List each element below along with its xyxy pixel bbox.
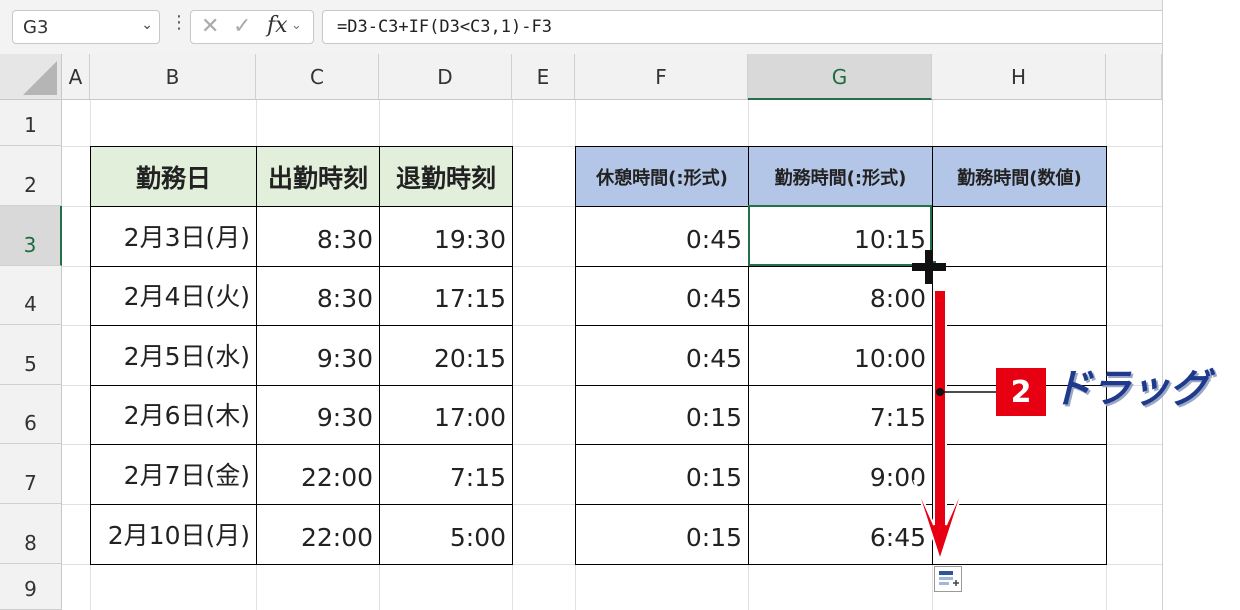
select-all-button[interactable] bbox=[0, 54, 62, 100]
column-header-f[interactable]: F bbox=[575, 54, 748, 100]
table-cell[interactable]: 5:00 bbox=[379, 504, 513, 565]
table-cell[interactable]: 7:15 bbox=[748, 385, 933, 445]
step-number-badge: 2 bbox=[996, 368, 1046, 416]
table-cell[interactable]: 17:15 bbox=[379, 266, 513, 326]
column-header-d[interactable]: D bbox=[379, 54, 512, 100]
table-cell[interactable]: 0:45 bbox=[575, 325, 749, 386]
table-cell[interactable]: 0:15 bbox=[575, 444, 749, 505]
table-cell[interactable]: 0:45 bbox=[575, 266, 749, 326]
chevron-down-icon[interactable]: ⌄ bbox=[291, 18, 302, 33]
header-cell-c2[interactable]: 出勤時刻 bbox=[256, 146, 380, 207]
column-header-c[interactable]: C bbox=[256, 54, 379, 100]
table-cell[interactable]: 7:15 bbox=[379, 444, 513, 505]
column-header-h[interactable]: H bbox=[932, 54, 1106, 100]
header-cell-h2[interactable]: 勤務時間(数値) bbox=[932, 146, 1107, 207]
row-header-1[interactable]: 1 bbox=[0, 100, 62, 146]
table-cell[interactable]: 2月4日(火) bbox=[90, 266, 257, 326]
cancel-icon[interactable]: ✕ bbox=[201, 14, 219, 39]
table-cell[interactable]: 20:15 bbox=[379, 325, 513, 386]
chevron-down-icon[interactable]: ⌄ bbox=[141, 17, 153, 33]
formula-input[interactable]: =D3-C3+IF(D3<C3,1)-F3 bbox=[322, 10, 1162, 44]
row-header-4[interactable]: 4 bbox=[0, 266, 62, 325]
spreadsheet-window: G3 ⌄ ⋮ ✕ ✓ fx ⌄ =D3-C3+IF(D3<C3,1)-F3 A … bbox=[0, 0, 1163, 610]
header-cell-g2[interactable]: 勤務時間(:形式) bbox=[748, 146, 933, 207]
table-cell[interactable] bbox=[932, 206, 1107, 267]
table-cell[interactable]: 2月10日(月) bbox=[90, 504, 257, 565]
table-cell[interactable]: 0:15 bbox=[575, 385, 749, 445]
fill-cursor-icon bbox=[912, 250, 946, 284]
header-cell-b2[interactable]: 勤務日 bbox=[90, 146, 257, 207]
table-cell[interactable] bbox=[932, 266, 1107, 326]
table-cell[interactable]: 22:00 bbox=[256, 504, 380, 565]
table-cell[interactable]: 0:45 bbox=[575, 206, 749, 267]
row-header-9[interactable]: 9 bbox=[0, 564, 62, 610]
table-cell[interactable]: 9:30 bbox=[256, 325, 380, 386]
row-header-3[interactable]: 3 bbox=[0, 206, 62, 266]
column-header-e[interactable]: E bbox=[512, 54, 575, 100]
table-cell[interactable]: 10:00 bbox=[748, 325, 933, 386]
name-box[interactable]: G3 ⌄ bbox=[12, 10, 160, 44]
table-cell[interactable]: 17:00 bbox=[379, 385, 513, 445]
formula-bar: G3 ⌄ ⋮ ✕ ✓ fx ⌄ =D3-C3+IF(D3<C3,1)-F3 bbox=[0, 0, 1162, 54]
table-cell[interactable]: 2月3日(月) bbox=[90, 206, 257, 267]
table-cell[interactable] bbox=[932, 444, 1107, 505]
table-cell[interactable]: 6:45 bbox=[748, 504, 933, 565]
table-cell[interactable]: 9:30 bbox=[256, 385, 380, 445]
header-cell-f2[interactable]: 休憩時間(:形式) bbox=[575, 146, 749, 207]
column-header-a[interactable]: A bbox=[62, 54, 90, 100]
table-cell[interactable]: 8:30 bbox=[256, 266, 380, 326]
auto-fill-options-button[interactable] bbox=[934, 566, 962, 592]
table-cell[interactable]: 9:00 bbox=[748, 444, 933, 505]
table-cell[interactable]: 19:30 bbox=[379, 206, 513, 267]
auto-fill-options-icon bbox=[939, 571, 959, 586]
row-header-5[interactable]: 5 bbox=[0, 325, 62, 385]
table-cell[interactable]: 2月6日(木) bbox=[90, 385, 257, 445]
enter-check-icon[interactable]: ✓ bbox=[233, 14, 251, 39]
row-header-7[interactable]: 7 bbox=[0, 444, 62, 504]
row-header-2[interactable]: 2 bbox=[0, 146, 62, 206]
column-header-b[interactable]: B bbox=[90, 54, 256, 100]
table-cell[interactable]: 22:00 bbox=[256, 444, 380, 505]
table-cell[interactable]: 0:15 bbox=[575, 504, 749, 565]
column-header-g[interactable]: G bbox=[748, 54, 932, 100]
row-header-8[interactable]: 8 bbox=[0, 504, 62, 564]
column-header-next[interactable] bbox=[1106, 54, 1162, 100]
formula-controls: ✕ ✓ fx ⌄ bbox=[190, 10, 314, 44]
header-cell-d2[interactable]: 退勤時刻 bbox=[379, 146, 513, 207]
drag-instruction-label: ドラッグ bbox=[1052, 366, 1209, 412]
more-options-icon[interactable]: ⋮ bbox=[170, 14, 188, 32]
table-cell[interactable]: 8:30 bbox=[256, 206, 380, 267]
table-cell[interactable]: 2月5日(水) bbox=[90, 325, 257, 386]
table-cell[interactable] bbox=[932, 504, 1107, 565]
formula-text: =D3-C3+IF(D3<C3,1)-F3 bbox=[337, 17, 552, 37]
table-cell[interactable]: 2月7日(金) bbox=[90, 444, 257, 505]
name-box-value: G3 bbox=[23, 17, 49, 38]
insert-function-icon[interactable]: fx bbox=[267, 13, 288, 38]
table-cell[interactable]: 8:00 bbox=[748, 266, 933, 326]
row-header-6[interactable]: 6 bbox=[0, 385, 62, 444]
active-cell-selection bbox=[748, 205, 932, 266]
